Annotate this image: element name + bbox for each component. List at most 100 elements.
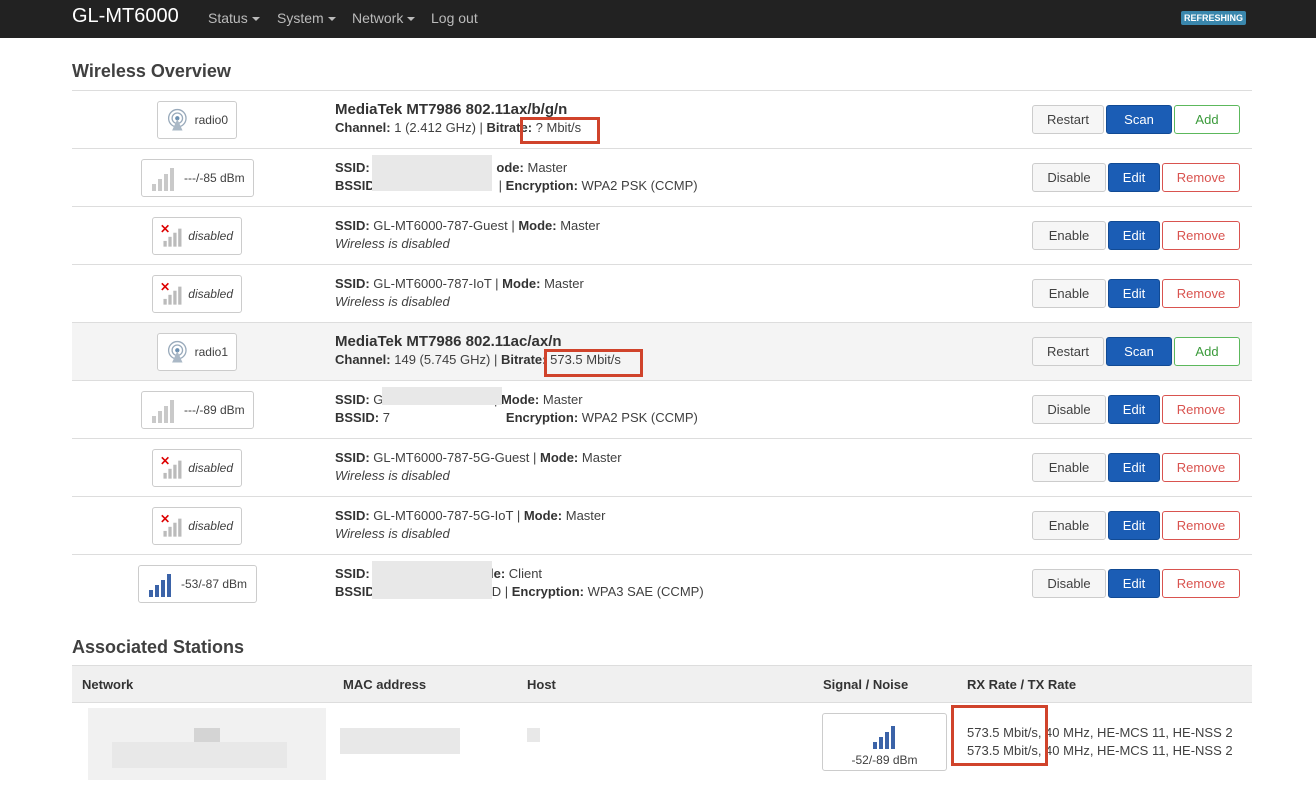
brand-logo[interactable]: GL-MT6000 (72, 5, 179, 28)
associated-stations-title: Associated Stations (72, 637, 245, 657)
nav-network[interactable]: Network (352, 10, 416, 26)
network-row: -53/-87 dBm SSID: de: Client BSSID D | Encry… (72, 554, 1252, 612)
network-row: disabled SSID: GL-MT6000-787-IoT | Mode: … (72, 264, 1252, 322)
highlight-bitrate-radio1 (544, 349, 643, 377)
chevron-down-icon (251, 17, 260, 22)
bssid-line: BSSID: 7 Encryption: WPA2 PSK (CCMP) (335, 410, 698, 425)
signal-bars-icon (152, 168, 174, 191)
edit-button[interactable]: Edit (1108, 221, 1160, 250)
ssid-line: SSID: GL-MT6000-787-IoT | Mode: Master (335, 276, 584, 291)
badge-label: disabled (188, 519, 233, 533)
network-row: disabled SSID: GL-MT6000-787-5G-IoT | Mod… (72, 496, 1252, 554)
highlight-bitrate-radio0 (520, 117, 600, 144)
col-host: Host (527, 677, 556, 692)
radio-badge: radio1 (157, 333, 237, 371)
redacted-value (372, 561, 492, 599)
chevron-down-icon (407, 17, 416, 22)
network-row: ---/-89 dBmSSID: GL-MT6000-787-5G | Mode… (72, 380, 1252, 438)
badge-label: ---/-89 dBm (184, 403, 245, 417)
col-mac: MAC address (343, 677, 427, 692)
signal-badge: disabled (152, 449, 242, 487)
wireless-status: Wireless is disabled (335, 236, 450, 251)
col-network: Network (82, 677, 134, 692)
signal-disabled-icon (161, 282, 182, 305)
row-info: SSID: GL-MT6000-787-IoT | Mode: Master Wi… (335, 275, 584, 311)
signal-bars-icon (873, 726, 895, 749)
top-navbar: GL-MT6000 Status System Network Log out … (0, 0, 1316, 38)
row-info: SSID: GL-MT6000-787-Guest | Mode: Master… (335, 217, 600, 253)
edit-button[interactable]: Edit (1108, 395, 1160, 424)
redacted-network-detail (112, 742, 287, 768)
scan-button[interactable]: Scan (1106, 105, 1172, 134)
redacted-host (527, 728, 540, 742)
edit-button[interactable]: Edit (1108, 279, 1160, 308)
nav-logout[interactable]: Log out (431, 10, 478, 26)
redacted-network-mark (194, 728, 220, 742)
nav-status[interactable]: Status (208, 10, 260, 26)
enable-button[interactable]: Enable (1032, 221, 1106, 250)
remove-button[interactable]: Remove (1162, 221, 1240, 250)
signal-bars-icon (152, 400, 174, 423)
remove-button[interactable]: Remove (1162, 511, 1240, 540)
stations-header: Network MAC address Host Signal / Noise … (72, 665, 1252, 703)
edit-button[interactable]: Edit (1108, 453, 1160, 482)
badge-label: radio0 (194, 113, 228, 127)
enable-button[interactable]: Enable (1032, 279, 1106, 308)
remove-button[interactable]: Remove (1162, 569, 1240, 598)
wireless-overview-title: Wireless Overview (72, 61, 231, 81)
remove-button[interactable]: Remove (1162, 163, 1240, 192)
enable-button[interactable]: Enable (1032, 453, 1106, 482)
signal-disabled-icon (161, 514, 182, 537)
station-signal-badge: -52/-89 dBm (822, 713, 947, 771)
network-row: disabled SSID: GL-MT6000-787-5G-Guest | M… (72, 438, 1252, 496)
add-button[interactable]: Add (1174, 337, 1240, 366)
badge-label: disabled (188, 287, 233, 301)
scan-button[interactable]: Scan (1106, 337, 1172, 366)
ssid-line: SSID: GL-MT6000-787-5G-Guest | Mode: Mas… (335, 450, 622, 465)
restart-button[interactable]: Restart (1032, 105, 1104, 134)
signal-badge: ---/-85 dBm (141, 159, 254, 197)
edit-button[interactable]: Edit (1108, 511, 1160, 540)
redacted-mac (340, 728, 460, 754)
network-row: ---/-85 dBmSSID: Gode: MasterBSSID: | En… (72, 148, 1252, 206)
wifi-radio-icon (167, 340, 187, 363)
highlight-rx-tx-rate (951, 705, 1048, 766)
add-button[interactable]: Add (1174, 105, 1240, 134)
row-info: SSID: GL-MT6000-787-5G-IoT | Mode: Maste… (335, 507, 605, 543)
remove-button[interactable]: Remove (1162, 395, 1240, 424)
col-signal: Signal / Noise (823, 677, 909, 692)
refreshing-badge[interactable]: REFRESHING (1181, 11, 1247, 25)
chevron-down-icon (327, 17, 336, 22)
row-info: SSID: GL-MT6000-787-5G-Guest | Mode: Mas… (335, 449, 622, 485)
network-row: disabled SSID: GL-MT6000-787-Guest | Mode… (72, 206, 1252, 264)
enable-button[interactable]: Enable (1032, 511, 1106, 540)
signal-disabled-icon (161, 456, 182, 479)
disable-button[interactable]: Disable (1032, 569, 1106, 598)
remove-button[interactable]: Remove (1162, 279, 1240, 308)
redacted-value (372, 155, 492, 191)
signal-badge: disabled (152, 275, 242, 313)
signal-disabled-icon (161, 224, 182, 247)
wireless-status: Wireless is disabled (335, 294, 450, 309)
signal-badge: disabled (152, 507, 242, 545)
radio-row: radio1 MediaTek MT7986 802.11ac/ax/n Chann… (72, 322, 1252, 380)
badge-label: disabled (188, 461, 233, 475)
wifi-radio-icon (167, 108, 187, 131)
nav-system[interactable]: System (277, 10, 336, 26)
disable-button[interactable]: Disable (1032, 395, 1106, 424)
signal-badge: disabled (152, 217, 242, 255)
wireless-status: Wireless is disabled (335, 526, 450, 541)
edit-button[interactable]: Edit (1108, 569, 1160, 598)
disable-button[interactable]: Disable (1032, 163, 1106, 192)
signal-badge: ---/-89 dBm (141, 391, 254, 429)
wireless-status: Wireless is disabled (335, 468, 450, 483)
badge-label: ---/-85 dBm (184, 171, 245, 185)
ssid-line: SSID: GL-MT6000-787-5G-IoT | Mode: Maste… (335, 508, 606, 523)
restart-button[interactable]: Restart (1032, 337, 1104, 366)
edit-button[interactable]: Edit (1108, 163, 1160, 192)
radio-row: radio0 MediaTek MT7986 802.11ax/b/g/n Chan… (72, 90, 1252, 148)
remove-button[interactable]: Remove (1162, 453, 1240, 482)
badge-label: radio1 (194, 345, 228, 359)
signal-badge: -53/-87 dBm (138, 565, 257, 603)
badge-label: disabled (188, 229, 233, 243)
